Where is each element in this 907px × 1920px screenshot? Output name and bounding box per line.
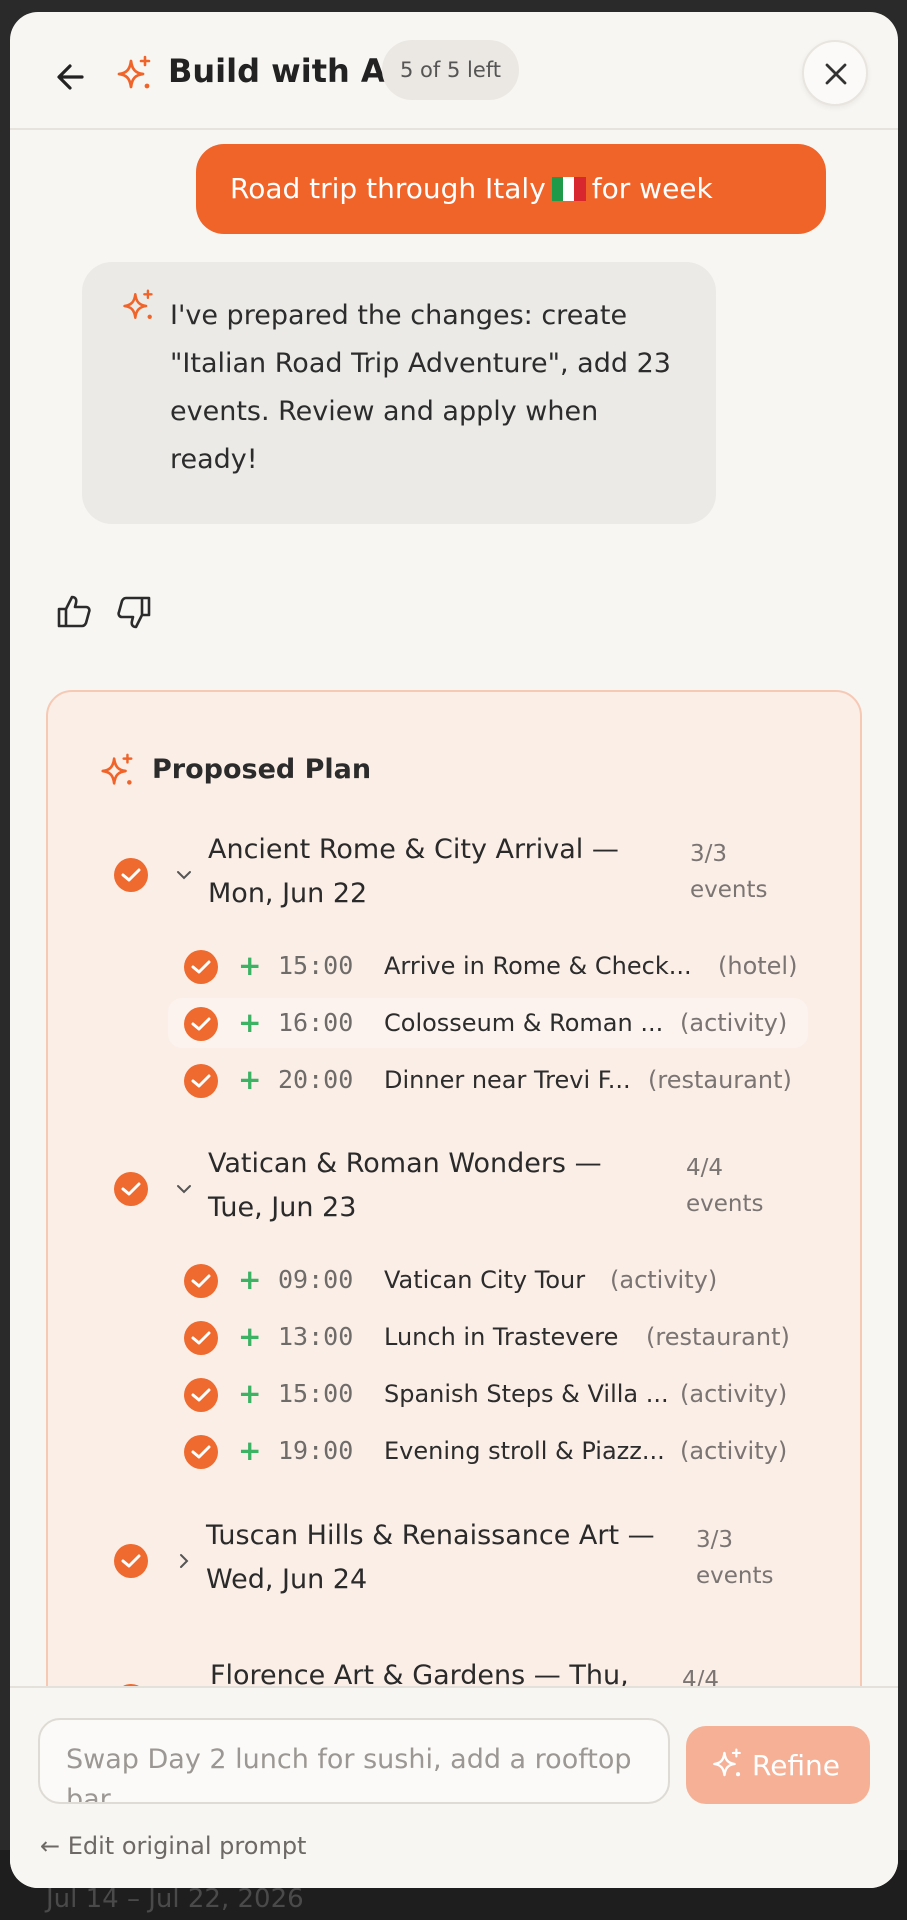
user-message-bubble: Road trip through Italy for week <box>196 144 826 234</box>
event-name: Lunch in Trastevere <box>384 1323 619 1351</box>
plus-icon: + <box>238 1063 262 1096</box>
sparkle-icon <box>713 1748 741 1777</box>
event-time: 13:00 <box>278 1322 354 1351</box>
check-circle-icon[interactable] <box>184 950 218 984</box>
event-type: (activity) <box>610 1266 718 1294</box>
check-circle-icon[interactable] <box>114 1544 148 1578</box>
check-circle-icon[interactable] <box>184 1007 218 1041</box>
event-name: Vatican City Tour <box>384 1266 586 1294</box>
sparkle-icon <box>123 289 153 319</box>
event-time: 16:00 <box>278 1008 354 1037</box>
plan-title: Proposed Plan <box>152 754 372 785</box>
event-row[interactable]: + 19:00 Evening stroll & Piazz... (activ… <box>48 1427 860 1477</box>
event-name: Colosseum & Roman ... <box>384 1009 664 1037</box>
check-circle-icon[interactable] <box>184 1378 218 1412</box>
day-event-count: 4/4 events <box>686 1155 764 1217</box>
sheet-header: Build with AI 5 of 5 left <box>10 12 898 130</box>
user-message-text-suffix: for week <box>591 172 713 205</box>
event-time: 09:00 <box>278 1265 354 1294</box>
event-type: (hotel) <box>718 952 798 980</box>
event-type: (activity) <box>680 1009 788 1037</box>
refine-button[interactable]: Refine <box>686 1726 870 1804</box>
plus-icon: + <box>238 1006 262 1039</box>
close-icon <box>825 63 847 85</box>
check-circle-icon[interactable] <box>184 1435 218 1469</box>
build-with-ai-sheet: Build with AI 5 of 5 left Road trip thro… <box>10 12 898 1888</box>
day-title: Tuscan Hills & Renaissance Art — Wed, Ju… <box>206 1520 655 1595</box>
day-title: Ancient Rome & City Arrival — Mon, Jun 2… <box>208 834 619 909</box>
day-group-3[interactable]: Tuscan Hills & Renaissance Art — Wed, Ju… <box>48 1514 860 1610</box>
check-circle-icon[interactable] <box>184 1064 218 1098</box>
thumbs-up-icon[interactable] <box>54 592 94 632</box>
event-time: 19:00 <box>278 1436 354 1465</box>
event-time: 15:00 <box>278 951 354 980</box>
day-event-count: 3/3 events <box>696 1527 774 1589</box>
refine-button-label: Refine <box>752 1749 841 1782</box>
thumbs-down-icon[interactable] <box>114 592 154 632</box>
event-type: (restaurant) <box>648 1066 792 1094</box>
day-event-count: 3/3 events <box>690 841 768 903</box>
day-group-1[interactable]: Ancient Rome & City Arrival — Mon, Jun 2… <box>48 828 860 924</box>
day-title: Vatican & Roman Wonders — Tue, Jun 23 <box>208 1148 602 1223</box>
user-message-text: Road trip through Italy <box>230 172 546 205</box>
ai-message-text: I've prepared the changes: create "Itali… <box>170 300 671 475</box>
backdrop-date-range: Jul 14 – Jul 22, 2026 <box>46 1884 304 1914</box>
event-row[interactable]: + 16:00 Colosseum & Roman ... (activity) <box>48 999 860 1049</box>
plus-icon: + <box>238 1434 262 1467</box>
composer-bar: Refine ← Edit original prompt <box>10 1686 898 1888</box>
italy-flag-icon <box>551 147 586 201</box>
event-name: Dinner near Trevi F... <box>384 1066 631 1094</box>
event-type: (restaurant) <box>646 1323 790 1351</box>
check-circle-icon[interactable] <box>114 1172 148 1206</box>
event-time: 20:00 <box>278 1065 354 1094</box>
chevron-right-icon[interactable] <box>174 1551 194 1571</box>
sparkle-icon <box>117 55 151 89</box>
day-group-2[interactable]: Vatican & Roman Wonders — Tue, Jun 23 4/… <box>48 1142 860 1238</box>
header-title: Build with AI <box>168 52 398 90</box>
sparkle-icon <box>101 753 133 785</box>
edit-original-prompt-link[interactable]: ← Edit original prompt <box>40 1828 306 1864</box>
ai-message-bubble: I've prepared the changes: create "Itali… <box>82 262 716 524</box>
event-row[interactable]: + 15:00 Arrive in Rome & Check... (hotel… <box>48 942 860 992</box>
event-name: Spanish Steps & Villa ... <box>384 1380 669 1408</box>
back-arrow-icon[interactable] <box>46 52 96 102</box>
event-time: 15:00 <box>278 1379 354 1408</box>
refine-prompt-input[interactable] <box>38 1718 670 1804</box>
close-button[interactable] <box>802 40 868 106</box>
plus-icon: + <box>238 949 262 982</box>
event-type: (activity) <box>680 1380 788 1408</box>
check-circle-icon[interactable] <box>184 1321 218 1355</box>
plus-icon: + <box>238 1320 262 1353</box>
event-name: Evening stroll & Piazz... <box>384 1437 665 1465</box>
event-row[interactable]: + 13:00 Lunch in Trastevere (restaurant) <box>48 1313 860 1363</box>
event-type: (activity) <box>680 1437 788 1465</box>
event-row[interactable]: + 15:00 Spanish Steps & Villa ... (activ… <box>48 1370 860 1420</box>
chevron-down-icon[interactable] <box>174 1179 194 1199</box>
check-circle-icon[interactable] <box>114 858 148 892</box>
plus-icon: + <box>238 1377 262 1410</box>
event-row[interactable]: + 20:00 Dinner near Trevi F... (restaura… <box>48 1056 860 1106</box>
chevron-down-icon[interactable] <box>174 865 194 885</box>
check-circle-icon[interactable] <box>184 1264 218 1298</box>
quota-badge: 5 of 5 left <box>382 40 520 100</box>
event-name: Arrive in Rome & Check... <box>384 952 692 980</box>
event-row[interactable]: + 09:00 Vatican City Tour (activity) <box>48 1256 860 1306</box>
plus-icon: + <box>238 1263 262 1296</box>
